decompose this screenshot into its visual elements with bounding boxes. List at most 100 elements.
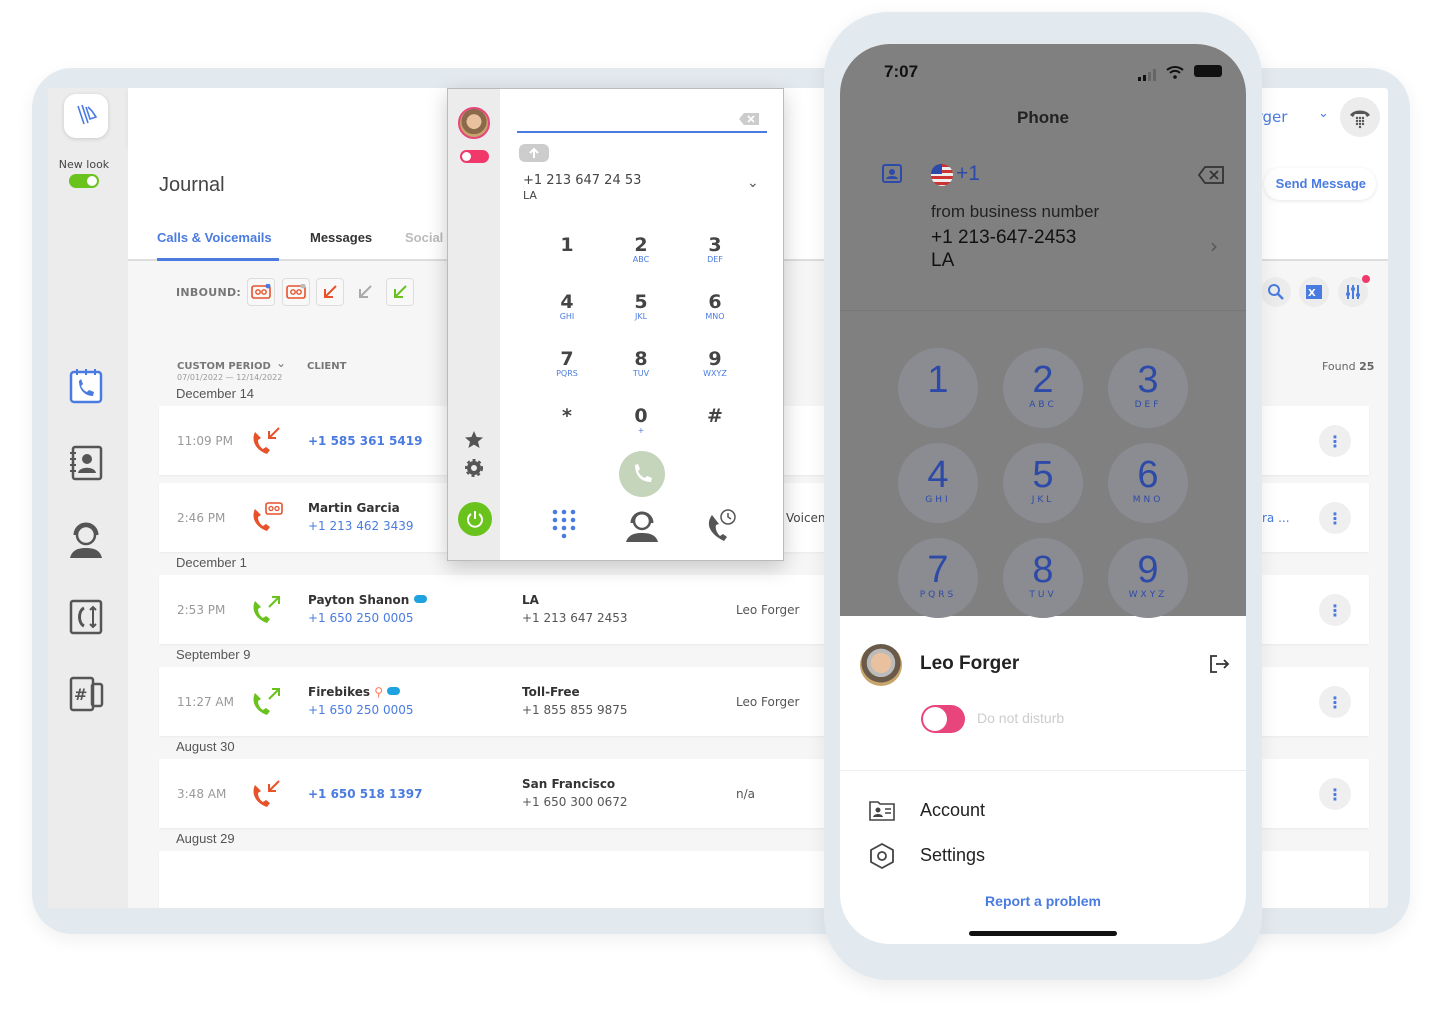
number-input[interactable] xyxy=(517,131,767,133)
menu-item-settings[interactable]: Settings xyxy=(920,845,985,866)
phone-number-icon[interactable]: # xyxy=(66,674,106,714)
from-number[interactable]: +1 213-647-2453 xyxy=(931,227,1076,249)
chevron-down-icon[interactable]: ⌄ xyxy=(747,175,759,191)
dial-key-3[interactable]: 3 DEF xyxy=(685,235,745,265)
active-tab-indicator xyxy=(157,258,279,261)
mobile-phone-mockup: 7:07 Phone +1 from business number +1 21… xyxy=(824,12,1262,980)
dial-key-star[interactable]: * xyxy=(537,406,597,426)
phone-key-9[interactable]: 9 WXYZ xyxy=(1108,538,1188,618)
dnd-toggle[interactable] xyxy=(460,150,489,163)
dial-key-6[interactable]: 6 MNO xyxy=(685,292,745,322)
country-code[interactable]: +1 xyxy=(956,162,980,186)
report-problem-link[interactable]: Report a problem xyxy=(840,893,1246,909)
favorites-star-icon[interactable] xyxy=(464,430,484,454)
contact-name[interactable]: Martin Garcia xyxy=(308,501,400,515)
transfer-up-button[interactable] xyxy=(519,144,549,162)
menu-item-account[interactable]: Account xyxy=(920,800,985,821)
row-menu-button[interactable]: ⋮ xyxy=(1319,594,1351,626)
contact-name[interactable]: Firebikes ⚲ xyxy=(308,685,401,699)
missed-call-filter[interactable] xyxy=(316,278,344,306)
phone-key-7[interactable]: 7 PQRS xyxy=(898,538,978,618)
dial-key-1[interactable]: 1 xyxy=(537,235,597,255)
row-menu-button[interactable]: ⋮ xyxy=(1319,778,1351,810)
tab-messages[interactable]: Messages xyxy=(310,230,372,245)
call-button[interactable] xyxy=(619,451,665,497)
phone-title: Phone xyxy=(1017,108,1069,127)
missed-call-icon xyxy=(249,424,283,458)
voicemail-new-filter[interactable] xyxy=(247,278,275,306)
settings-hex-icon xyxy=(868,842,896,874)
caller-id-number[interactable]: +1 213 647 24 53 xyxy=(523,173,641,188)
chevron-right-icon[interactable]: › xyxy=(1210,234,1218,258)
phone-key-3[interactable]: 3 DEF xyxy=(1108,348,1188,428)
inbound-label: INBOUND: xyxy=(176,286,242,299)
dnd-label: Do not disturb xyxy=(977,710,1065,726)
dial-key-0[interactable]: 0 + xyxy=(611,406,671,436)
send-message-button[interactable]: Send Message xyxy=(1264,168,1376,200)
answered-call-filter[interactable] xyxy=(386,278,414,306)
dnd-toggle[interactable] xyxy=(921,705,965,733)
dial-key-8[interactable]: 8 TUV xyxy=(611,349,671,379)
user-avatar[interactable] xyxy=(458,107,490,139)
call-routing-icon[interactable] xyxy=(66,597,106,637)
dial-key-5[interactable]: 5 JKL xyxy=(611,292,671,322)
line-name: Toll-Free xyxy=(522,685,580,699)
phone-key-5[interactable]: 5 JKL xyxy=(1003,443,1083,523)
row-menu-button[interactable]: ⋮ xyxy=(1319,425,1351,457)
search-button[interactable] xyxy=(1261,277,1291,307)
dial-key-9[interactable]: 9 WXYZ xyxy=(685,349,745,379)
gear-icon[interactable] xyxy=(465,459,483,481)
new-look-toggle[interactable] xyxy=(69,174,99,188)
chevron-down-icon: ⌄ xyxy=(1318,106,1329,121)
caller-id-city: LA xyxy=(523,189,537,202)
contact-name[interactable]: Payton Shanon xyxy=(308,593,427,607)
backspace-icon[interactable] xyxy=(1197,166,1224,188)
dial-key-4[interactable]: 4 GHI xyxy=(537,292,597,322)
row-menu-button[interactable]: ⋮ xyxy=(1319,686,1351,718)
user-avatar[interactable] xyxy=(860,644,902,686)
period-filter[interactable]: CUSTOM PERIOD xyxy=(177,361,271,372)
dial-key-2[interactable]: 2 ABC xyxy=(611,235,671,265)
signal-icon xyxy=(1138,66,1160,85)
voicemail-filter[interactable] xyxy=(282,278,310,306)
phone-screen: 7:07 Phone +1 from business number +1 21… xyxy=(840,44,1246,944)
excel-export-button[interactable]: X xyxy=(1299,277,1329,307)
missed-call-icon xyxy=(249,777,283,811)
dialpad-phone-button[interactable] xyxy=(1340,97,1380,137)
wifi-icon xyxy=(1166,64,1184,83)
contact-number[interactable]: +1 585 361 5419 xyxy=(308,434,422,448)
call-history-icon[interactable] xyxy=(704,507,738,547)
date-group-header: September 9 xyxy=(176,647,251,662)
tab-social[interactable]: Social xyxy=(405,230,443,245)
power-button[interactable] xyxy=(458,502,492,536)
tab-calls-voicemails[interactable]: Calls & Voicemails xyxy=(157,230,272,245)
operator-headset-icon[interactable] xyxy=(66,520,106,560)
contact-number[interactable]: +1 650 518 1397 xyxy=(308,787,422,801)
dialer-sidebar xyxy=(448,89,500,560)
phone-key-6[interactable]: 6 MNO xyxy=(1108,443,1188,523)
contacts-icon[interactable] xyxy=(881,164,903,188)
us-flag-icon[interactable] xyxy=(931,164,953,186)
filters-button[interactable] xyxy=(1338,275,1370,307)
phone-key-4[interactable]: 4 GHI xyxy=(898,443,978,523)
dial-key-hash[interactable]: # xyxy=(685,406,745,426)
phone-key-2[interactable]: 2 ABC xyxy=(1003,348,1083,428)
contact-number[interactable]: +1 213 462 3439 xyxy=(308,519,413,533)
line-name: LA xyxy=(522,593,539,607)
phone-key-8[interactable]: 8 TUV xyxy=(1003,538,1083,618)
dial-key-7[interactable]: 7 PQRS xyxy=(537,349,597,379)
backspace-icon[interactable] xyxy=(738,111,760,130)
contacts-book-icon[interactable] xyxy=(66,443,106,483)
call-time: 2:53 PM xyxy=(177,603,226,617)
contact-number[interactable]: +1 650 250 0005 xyxy=(308,611,413,625)
operator-headset-icon[interactable] xyxy=(624,507,660,547)
chevron-down-icon: ⌄ xyxy=(276,356,287,370)
app-logo[interactable] xyxy=(64,94,108,138)
phone-key-1[interactable]: 1 xyxy=(898,348,978,428)
keypad-icon[interactable] xyxy=(552,509,576,545)
contact-number[interactable]: +1 650 250 0005 xyxy=(308,703,413,717)
incoming-call-filter[interactable] xyxy=(351,278,379,306)
row-menu-button[interactable]: ⋮ xyxy=(1319,502,1351,534)
calendar-phone-icon[interactable] xyxy=(66,366,106,406)
logout-icon[interactable] xyxy=(1208,654,1230,678)
